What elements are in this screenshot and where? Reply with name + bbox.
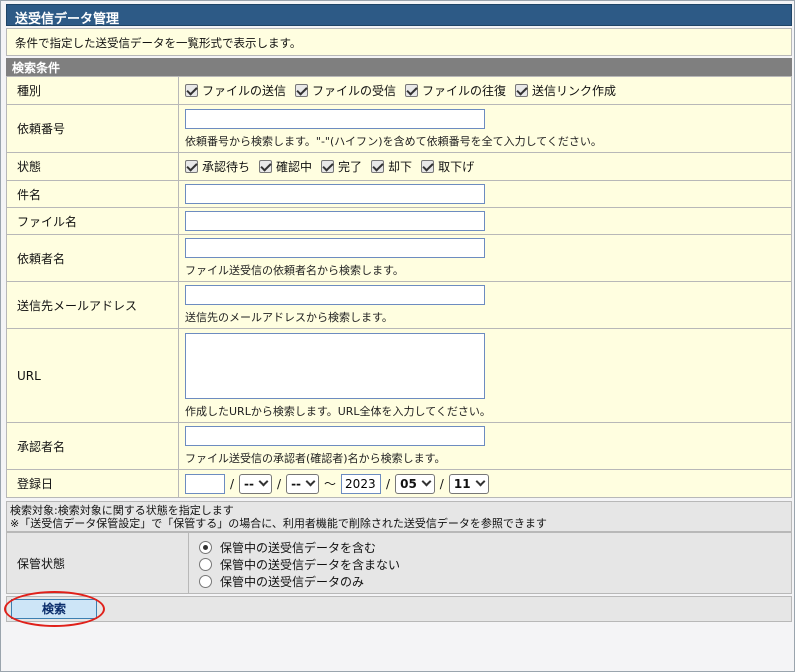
to-year-input[interactable] [341, 473, 382, 494]
request-no-input[interactable] [185, 108, 485, 129]
requester-input[interactable] [185, 238, 485, 258]
reg-date-label: 登録日 [6, 469, 179, 498]
type-receive-checkbox[interactable] [295, 84, 309, 97]
page-frame: 送受信データ管理 条件で指定した送受信データを一覧形式で表示します。 検索条件 … [0, 0, 795, 672]
subject-input[interactable] [185, 184, 485, 204]
row-reg-date: 登録日 / -- / -- ～ / 05 / 11 [6, 469, 792, 498]
row-dest-mail: 送信先メールアドレス 送信先のメールアドレスから検索します。 [6, 281, 792, 329]
row-subject: 件名 [6, 180, 792, 208]
section-title: 検索条件 [6, 58, 792, 76]
row-requester: 依頼者名 ファイル送受信の依頼者名から検索します。 [6, 234, 792, 282]
from-day-select[interactable]: -- [286, 473, 320, 494]
storage-option-exclude[interactable]: 保管中の送受信データを含まない [199, 556, 400, 573]
date-sep: / [230, 476, 235, 491]
row-approver: 承認者名 ファイル送受信の承認者(確認者)名から検索します。 [6, 422, 792, 470]
search-target-note: 検索対象:検索対象に関する状態を指定します ※「送受信データ保管設定」で「保管す… [6, 501, 792, 532]
row-filename: ファイル名 [6, 207, 792, 235]
row-status: 状態 承認待ち 確認中 完了 却下 取下げ [6, 152, 792, 181]
requester-hint: ファイル送受信の依頼者名から検索します。 [185, 264, 404, 277]
storage-option-only[interactable]: 保管中の送受信データのみ [199, 573, 400, 590]
type-send-checkbox[interactable] [185, 84, 198, 97]
storage-option-exclude-label: 保管中の送受信データを含まない [220, 558, 401, 572]
type-receive-label: ファイルの受信 [312, 84, 397, 98]
date-range-tilde: ～ [324, 477, 337, 491]
date-sep: / [277, 476, 282, 491]
note-line-2: ※「送受信データ保管設定」で「保管する」の場合に、利用者機能で削除された送受信デ… [10, 517, 547, 530]
page-title: 送受信データ管理 [6, 4, 792, 27]
date-sep: / [386, 476, 391, 491]
dest-mail-hint: 送信先のメールアドレスから検索します。 [185, 311, 393, 324]
approver-label: 承認者名 [6, 422, 179, 470]
row-type: 種別 ファイルの送信 ファイルの受信 ファイルの往復 送信リンク作成 [6, 76, 792, 105]
status-done-label: 完了 [338, 160, 363, 174]
type-roundtrip-checkbox[interactable] [405, 84, 419, 97]
status-label: 状態 [6, 152, 179, 181]
status-checking-label: 確認中 [276, 160, 313, 174]
url-label: URL [6, 328, 179, 423]
search-button[interactable]: 検索 [11, 599, 97, 619]
to-month-select[interactable]: 05 [395, 473, 435, 494]
filename-input[interactable] [185, 211, 485, 231]
chevron-down-icon [305, 476, 316, 487]
note-line-1: 検索対象:検索対象に関する状態を指定します [10, 504, 234, 517]
page-description: 条件で指定した送受信データを一覧形式で表示します。 [6, 28, 792, 56]
status-checking-checkbox[interactable] [259, 160, 273, 173]
type-link-checkbox[interactable] [515, 84, 529, 97]
type-label: 種別 [6, 76, 179, 105]
storage-label: 保管状態 [7, 533, 189, 593]
radio-only[interactable] [199, 575, 212, 588]
url-hint: 作成したURLから検索します。URL全体を入力してください。 [185, 404, 491, 418]
footer-bar: 検索 [6, 596, 792, 622]
type-send-label: ファイルの送信 [202, 84, 287, 98]
status-pending-checkbox[interactable] [185, 160, 198, 173]
from-month-select[interactable]: -- [239, 473, 273, 494]
dest-mail-input[interactable] [185, 285, 485, 305]
url-textarea[interactable] [185, 332, 485, 399]
chevron-down-icon [475, 476, 485, 487]
date-sep: / [439, 476, 444, 491]
to-day-select[interactable]: 11 [448, 473, 489, 494]
status-done-checkbox[interactable] [321, 160, 335, 173]
requester-label: 依頼者名 [6, 234, 179, 282]
status-rejected-label: 却下 [388, 160, 413, 174]
row-request-no: 依頼番号 依頼番号から検索します。"-"(ハイフン)を含めて依頼番号を全て入力し… [6, 104, 792, 153]
chevron-down-icon [258, 476, 269, 487]
search-form: 種別 ファイルの送信 ファイルの受信 ファイルの往復 送信リンク作成 依頼番号 … [6, 76, 792, 498]
approver-input[interactable] [185, 426, 485, 446]
type-link-label: 送信リンク作成 [532, 84, 617, 98]
storage-option-include-label: 保管中の送受信データを含む [220, 541, 377, 555]
storage-option-include[interactable]: 保管中の送受信データを含む [199, 539, 400, 556]
row-url: URL 作成したURLから検索します。URL全体を入力してください。 [6, 328, 792, 423]
filename-label: ファイル名 [6, 207, 179, 235]
from-year-input[interactable] [185, 473, 225, 494]
status-withdrawn-checkbox[interactable] [421, 160, 435, 173]
request-no-hint: 依頼番号から検索します。"-"(ハイフン)を含めて依頼番号を全て入力してください… [185, 134, 602, 148]
dest-mail-label: 送信先メールアドレス [6, 281, 179, 329]
status-pending-label: 承認待ち [202, 160, 251, 174]
request-no-label: 依頼番号 [6, 104, 179, 153]
subject-label: 件名 [6, 180, 179, 208]
status-rejected-checkbox[interactable] [371, 160, 385, 173]
type-roundtrip-label: ファイルの往復 [422, 84, 507, 98]
radio-exclude[interactable] [199, 558, 212, 571]
status-withdrawn-label: 取下げ [438, 160, 475, 174]
storage-state-row: 保管状態 保管中の送受信データを含む 保管中の送受信データを含まない 保管中の送… [6, 532, 792, 594]
approver-hint: ファイル送受信の承認者(確認者)名から検索します。 [185, 452, 446, 465]
chevron-down-icon [421, 476, 432, 487]
radio-include[interactable] [199, 541, 212, 554]
storage-option-only-label: 保管中の送受信データのみ [220, 575, 365, 589]
